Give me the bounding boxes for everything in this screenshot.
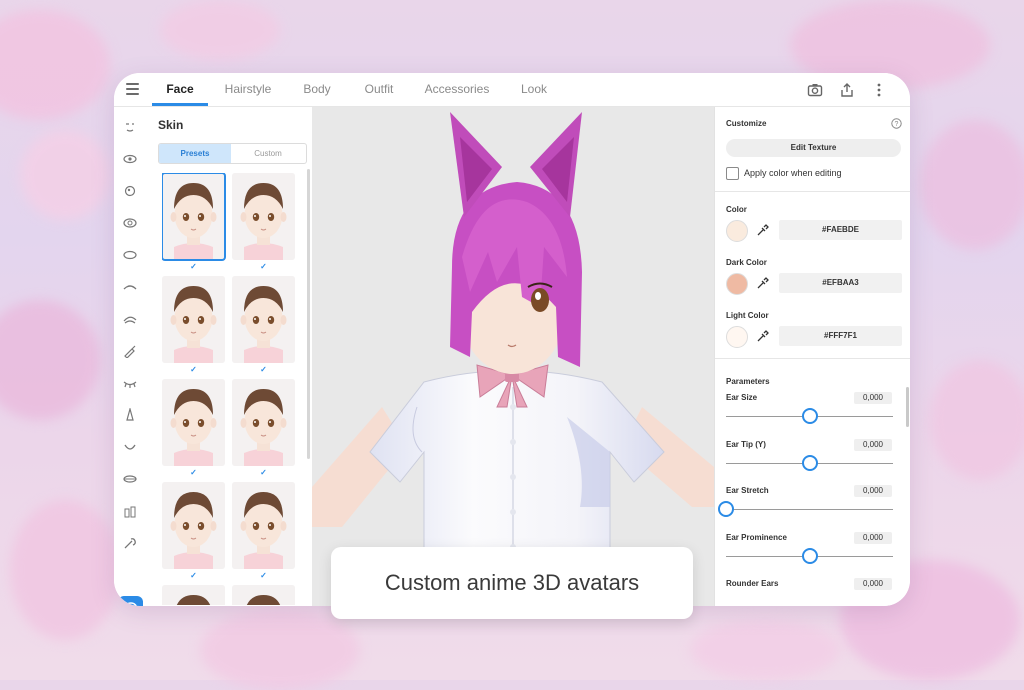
parameter-slider-track[interactable] [726,509,893,510]
edit-texture-button[interactable]: Edit Texture [726,139,901,157]
skin-preset-thumbnail[interactable] [162,379,225,466]
preset-grid: ✓ ✓ ✓ ✓ ✓ ✓ ✓ ✓ [162,173,300,605]
dark-color-swatch[interactable] [726,273,748,295]
more-vertical-icon[interactable] [871,82,887,98]
skin-category-icon[interactable] [118,596,143,606]
category-rail [114,107,148,606]
parameter-value-field[interactable]: 0,000 [854,438,892,451]
lips-icon[interactable] [122,471,138,487]
eyebrow-icon[interactable] [122,279,138,295]
skin-preset-thumbnail[interactable] [162,276,225,363]
light-color-label: Light Color [726,311,769,320]
parameter-label: Ear Size [726,393,758,402]
top-bar: Face Hairstyle Body Outfit Accessories L… [114,73,910,107]
share-icon[interactable] [839,82,855,98]
parameter-value-field[interactable]: 0,000 [854,531,892,544]
parameter-value-field[interactable]: 0,000 [854,578,892,590]
tab-body[interactable]: Body [297,73,337,106]
skin-preset-thumbnail[interactable] [232,173,295,260]
parameters-title: Parameters [726,377,770,386]
light-color-swatch[interactable] [726,326,748,348]
check-icon: ✓ [260,365,267,374]
color-label: Color [726,205,747,214]
skin-preset-thumbnail[interactable] [162,173,226,261]
eye-icon[interactable] [122,151,138,167]
makeup-icon[interactable] [122,503,138,519]
eyedropper-icon[interactable] [752,326,772,346]
preset-segmented-control: Presets Custom [158,143,307,164]
dark-color-label: Dark Color [726,258,767,267]
customize-panel: Customize ? Edit Texture Apply color whe… [714,107,910,606]
check-icon: ✓ [260,468,267,477]
caption-banner: Custom anime 3D avatars [331,547,693,619]
face-shape-icon[interactable] [122,119,138,135]
skin-panel: Skin Presets Custom ✓ ✓ ✓ ✓ ✓ ✓ ✓ ✓ [147,107,313,606]
apply-color-checkbox[interactable] [726,167,739,180]
parameter-slider-knob[interactable] [801,454,818,471]
eye-highlight-icon[interactable] [122,215,138,231]
check-icon: ✓ [260,571,267,580]
parameter-label: Rounder Ears [726,579,779,588]
skin-preset-thumbnail[interactable] [162,585,225,605]
eyedropper-icon[interactable] [752,220,772,240]
parameter-value-field[interactable]: 0,000 [854,485,892,497]
tab-look[interactable]: Look [514,73,554,106]
check-icon: ✓ [190,262,197,271]
check-icon: ✓ [190,365,197,374]
eye-white-icon[interactable] [122,247,138,263]
panel-scrollbar[interactable] [906,387,909,427]
parameter-label: Ear Tip (Y) [726,439,766,449]
tab-accessories[interactable]: Accessories [420,73,494,106]
check-icon: ✓ [190,468,197,477]
iris-icon[interactable] [122,183,138,199]
tab-outfit[interactable]: Outfit [357,73,401,106]
presets-tab[interactable]: Presets [159,144,231,163]
parameter-slider-knob[interactable] [801,408,818,424]
light-color-hex-field[interactable]: #FFF7F1 [779,326,902,346]
divider [715,358,910,359]
preset-scrollbar[interactable] [307,169,310,459]
parameter-slider-knob[interactable] [718,501,734,517]
eyedropper-icon[interactable] [752,273,772,293]
color-swatch[interactable] [726,220,748,242]
apply-color-label: Apply color when editing [744,168,842,178]
skin-preset-thumbnail[interactable] [232,482,295,569]
eyeline-icon[interactable] [122,311,138,327]
customize-title: Customize [726,119,767,128]
panel-title: Skin [158,118,184,132]
svg-text:?: ? [895,121,899,128]
dark-color-hex-field[interactable]: #EFBAA3 [779,273,902,293]
eyelash-icon[interactable] [122,375,138,391]
tab-hairstyle[interactable]: Hairstyle [218,73,278,106]
parameter-label: Ear Prominence [726,532,787,542]
parameter-label: Ear Stretch [726,486,769,495]
divider [715,191,910,192]
avatar-render [312,112,714,606]
color-hex-field[interactable]: #FAEBDE [779,220,902,240]
parameter-slider-knob[interactable] [801,547,818,564]
help-icon[interactable]: ? [891,118,902,129]
hamburger-icon[interactable] [126,83,139,95]
skin-preset-thumbnail[interactable] [232,276,295,363]
check-icon: ✓ [190,571,197,580]
check-icon: ✓ [260,262,267,271]
custom-tab[interactable]: Custom [232,144,304,163]
brush-icon[interactable] [122,343,138,359]
camera-icon[interactable] [807,82,823,98]
tab-face[interactable]: Face [152,73,208,106]
app-window: Face Hairstyle Body Outfit Accessories L… [114,73,910,606]
mouth-icon[interactable] [122,439,138,455]
nose-icon[interactable] [122,407,138,423]
avatar-viewport[interactable] [312,107,714,606]
skin-preset-thumbnail[interactable] [232,585,295,605]
skin-preset-thumbnail[interactable] [232,379,295,466]
skin-preset-thumbnail[interactable] [162,482,225,569]
parameter-value-field[interactable]: 0,000 [854,392,892,404]
ear-icon[interactable] [122,535,138,551]
